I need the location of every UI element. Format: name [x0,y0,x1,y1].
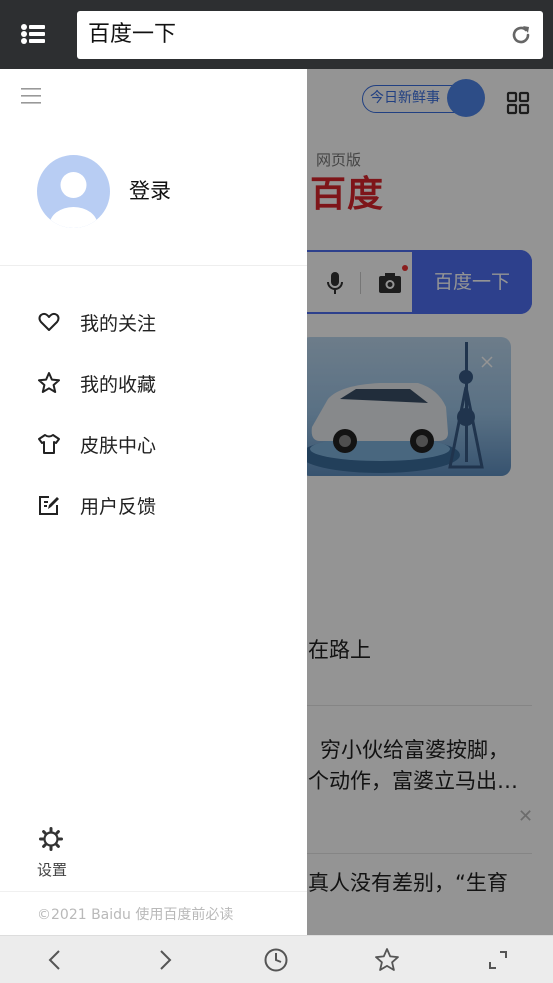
side-drawer: 登录 我的关注 我的收藏 皮肤中心 用户反馈 设置 ©2021 Baidu 使用… [0,69,307,935]
feedback-edit-icon [37,493,61,517]
url-bar[interactable]: 百度一下 [77,11,543,59]
drawer-divider [0,265,307,266]
menu-item-feedback[interactable]: 用户反馈 [0,480,307,530]
copyright-text[interactable]: ©2021 Baidu 使用百度前必读 [37,904,233,924]
back-icon[interactable] [42,947,68,973]
tshirt-icon [37,432,61,456]
menu-item-label: 皮肤中心 [80,435,157,457]
login-link[interactable]: 登录 [129,175,171,205]
gear-icon [39,827,63,851]
menu-item-label: 用户反馈 [80,496,157,518]
settings-button[interactable]: 设置 [37,827,77,879]
bottom-toolbar [0,935,553,983]
refresh-icon[interactable] [509,23,533,47]
star-icon [37,371,61,395]
hamburger-icon[interactable] [21,87,41,105]
browser-topbar: 百度一下 [0,0,553,69]
settings-label: 设置 [37,861,68,879]
bookmark-star-icon[interactable] [374,947,400,973]
list-menu-icon[interactable] [18,20,50,48]
history-icon[interactable] [263,947,289,973]
menu-item-follow[interactable]: 我的关注 [0,297,307,347]
menu-item-skins[interactable]: 皮肤中心 [0,419,307,469]
menu-item-label: 我的收藏 [80,374,157,396]
drawer-divider [0,891,307,892]
menu-item-label: 我的关注 [80,313,157,335]
fullscreen-icon[interactable] [485,947,511,973]
menu-item-favorites[interactable]: 我的收藏 [0,358,307,408]
avatar[interactable] [37,155,110,228]
forward-icon[interactable] [152,947,178,973]
heart-icon [37,310,61,334]
url-text[interactable]: 百度一下 [88,21,176,49]
